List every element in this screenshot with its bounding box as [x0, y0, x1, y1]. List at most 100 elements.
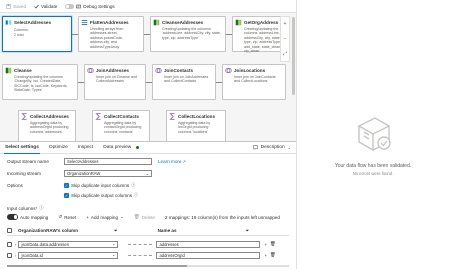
expand-row-icon[interactable]: ›: [15, 242, 16, 247]
source-column-dropdown[interactable]: jsonData.data.addresses ⌄: [18, 240, 119, 248]
reset-button[interactable]: ↺ Reset: [58, 214, 76, 220]
derived-column-icon: [5, 67, 12, 74]
description-label: Description: [260, 145, 285, 150]
required-asterisk: *: [35, 205, 38, 211]
node-title: CollectAddresses: [30, 114, 69, 119]
select-all-checkbox[interactable]: [7, 228, 12, 233]
node-columns-count: 2 total: [14, 33, 24, 38]
incoming-stream-dropdown[interactable]: OrganizationRAW ⌄: [64, 170, 152, 177]
aggregate-icon: [95, 113, 101, 120]
target-name-input[interactable]: addresses: [156, 240, 261, 248]
debug-settings-button[interactable]: Debug Settings: [65, 3, 115, 9]
comment-icon: [252, 145, 258, 150]
table-scrollbar[interactable]: [7, 265, 289, 267]
graph-canvas[interactable]: SelectAddresses Columns: 2 total Flatten…: [0, 12, 296, 142]
delete-button[interactable]: 🗑 Delete: [134, 214, 155, 220]
join-icon: [155, 68, 162, 73]
tab-inspect[interactable]: Inspect: [77, 142, 94, 153]
reset-icon: ↺: [58, 214, 63, 219]
debug-toggle[interactable]: [65, 3, 75, 9]
node-description: Aggregating data by addressOrgId produci…: [30, 121, 69, 134]
input-columns-label: Input columns: [7, 205, 36, 211]
node-join-locations[interactable]: JoinLocations Inner join on JoinContacts…: [222, 64, 286, 100]
row-checkbox[interactable]: [7, 241, 12, 247]
skip-dup-input-label: Skip duplicate input columns: [71, 182, 130, 188]
info-icon: ⓘ: [131, 182, 136, 187]
delete-row-icon[interactable]: 🗑: [270, 252, 275, 258]
source-column-dropdown[interactable]: jsonData.id ⌄: [18, 251, 119, 259]
canvas-scrollbar[interactable]: [292, 17, 295, 95]
skip-dup-input-checkbox[interactable]: ✓: [64, 182, 69, 188]
tab-data-preview[interactable]: Data preview: [102, 142, 132, 153]
node-title: CollectContacts: [104, 114, 139, 119]
incoming-stream-label: Incoming stream: [7, 171, 41, 176]
flatten-icon: [81, 19, 88, 26]
node-description: Inner join on JoinAddresses and CollectC…: [164, 75, 209, 84]
node-description: Inner join on Cleanse and CollectAddress…: [96, 75, 137, 84]
checkmark-icon: [34, 4, 39, 8]
data-flow-editor: Saved Validate Debug Settings SelectAddr…: [0, 0, 449, 269]
node-title: FlattenAddresses: [90, 20, 129, 25]
output-stream-label: Output stream name: [7, 159, 49, 164]
description-button[interactable]: Description ⌄: [252, 145, 296, 150]
add-row-icon[interactable]: +: [264, 242, 267, 247]
node-description: Creating/updating the columns 'ChangeBy,…: [14, 75, 68, 93]
mapping-arrow: [128, 243, 153, 245]
node-collect-contacts[interactable]: CollectContacts Aggregating data by cont…: [92, 110, 150, 141]
node-collect-locations[interactable]: CollectLocations Aggregating data by loc…: [166, 110, 226, 141]
filter-icon[interactable]: ⏷: [114, 228, 118, 233]
expand-row-icon[interactable]: ›: [15, 253, 16, 258]
add-row-icon[interactable]: +: [264, 253, 267, 258]
output-stream-input[interactable]: SelectAddresses: [64, 158, 152, 165]
tab-optimize[interactable]: Optimize: [48, 142, 69, 153]
node-join-addresses[interactable]: JoinAddresses Inner join on Cleanse and …: [84, 64, 146, 100]
node-title: CleanseAddresses: [162, 20, 204, 25]
node-join-contacts[interactable]: JoinContacts Inner join on JoinAddresses…: [152, 64, 216, 100]
aggregate-icon: [169, 113, 175, 120]
validation-panel: Your data flow has been validated. No er…: [297, 0, 449, 269]
zoom-controls: + − ⤢: [280, 16, 290, 62]
saved-button[interactable]: Saved: [6, 4, 26, 9]
filter-icon[interactable]: ⏷: [246, 228, 250, 233]
auto-mapping-label: Auto mapping: [20, 214, 49, 220]
node-collect-addresses[interactable]: CollectAddresses Aggregating data by add…: [18, 110, 76, 141]
mapping-info: 2 mappings: 16 column(s) from the inputs…: [164, 214, 280, 220]
external-link-icon: ↗: [182, 159, 186, 164]
plus-icon: +: [86, 214, 89, 220]
join-icon: [87, 68, 94, 73]
fit-view-icon[interactable]: ⤢: [283, 51, 287, 57]
save-icon: [6, 3, 11, 9]
validate-button[interactable]: Validate: [34, 4, 57, 9]
node-cleanse[interactable]: Cleanse Creating/updating the columns 'C…: [2, 64, 78, 100]
add-mapping-label: Add mapping: [90, 214, 118, 220]
skip-dup-output-checkbox[interactable]: ✓: [64, 192, 69, 198]
zoom-in-icon[interactable]: +: [284, 21, 287, 27]
node-select-addresses[interactable]: SelectAddresses Columns: 2 total: [2, 16, 72, 52]
status-dot: [136, 146, 140, 149]
validated-document-icon: [357, 117, 391, 152]
delete-row-icon[interactable]: 🗑: [270, 241, 275, 247]
options-label: Options: [7, 182, 23, 188]
tab-select-settings[interactable]: Select settings: [4, 142, 40, 154]
node-title: JoinAddresses: [96, 68, 129, 73]
node-cleanse-addresses[interactable]: CleanseAddresses Creating/updating the c…: [150, 16, 226, 52]
settings-tab-bar: Select settings Optimize Inspect Data pr…: [0, 142, 296, 154]
target-name-input[interactable]: addressOrgId: [156, 251, 261, 259]
input-columns-row: Input columns * ⓘ: [7, 205, 43, 211]
auto-mapping-toggle[interactable]: [7, 214, 18, 220]
options-row: Options ✓ Skip duplicate input columns ⓘ: [7, 182, 135, 188]
node-description: Unrolling arrays from addresses.street, …: [90, 27, 124, 49]
debug-settings-icon: [76, 4, 82, 8]
row-checkbox[interactable]: [7, 252, 12, 258]
options-row-2: ✓ Skip duplicate output columns ⓘ: [7, 192, 138, 198]
derived-column-icon: [235, 19, 242, 26]
node-description: Aggregating data by locOrgId producing c…: [178, 121, 211, 134]
zoom-out-icon[interactable]: −: [284, 36, 287, 42]
derived-column-icon: [153, 19, 160, 26]
chevron-down-icon: ⌄: [145, 171, 149, 176]
learn-more-link[interactable]: Learn more: [158, 159, 182, 164]
validate-label: Validate: [41, 3, 58, 9]
add-mapping-button[interactable]: + Add mapping ⌄: [86, 214, 124, 220]
node-title: JoinContacts: [164, 68, 194, 73]
node-flatten-addresses[interactable]: FlattenAddresses Unrolling arrays from a…: [78, 16, 144, 52]
